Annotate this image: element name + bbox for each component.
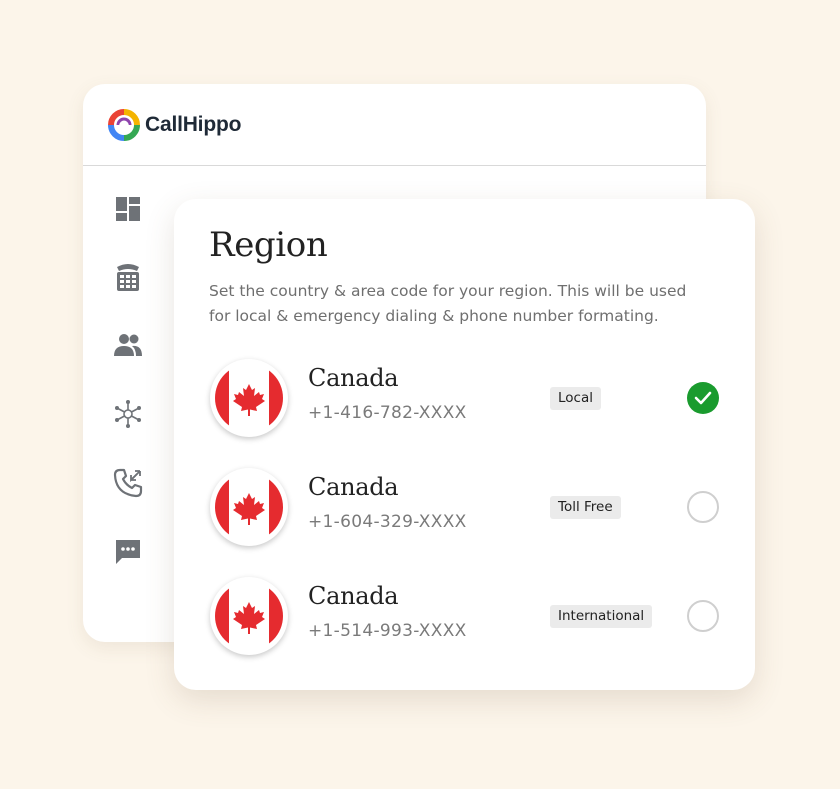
region-option-local[interactable]: Canada +1-416-782-XXXX Local — [174, 359, 755, 439]
app-header: CallHippo — [83, 84, 706, 166]
number-type-badge: International — [550, 605, 653, 628]
sms-icon[interactable] — [111, 535, 145, 569]
integrations-icon[interactable] — [111, 397, 145, 431]
canada-flag-icon — [210, 359, 288, 437]
phone-number: +1-604-329-XXXX — [308, 512, 467, 532]
dashboard-icon[interactable] — [111, 192, 145, 226]
canada-flag-icon — [210, 577, 288, 655]
number-type-badge: Local — [550, 387, 601, 410]
region-description: Set the country & area code for your reg… — [209, 282, 687, 325]
region-title: Region — [209, 225, 328, 265]
dialpad-icon[interactable] — [111, 260, 145, 294]
region-option-toll-free[interactable]: Canada +1-604-329-XXXX Toll Free — [174, 468, 755, 548]
brand-name: CallHippo — [145, 112, 242, 136]
phone-number: +1-416-782-XXXX — [308, 403, 467, 423]
region-option-international[interactable]: Canada +1-514-993-XXXX International — [174, 577, 755, 657]
country-name: Canada — [308, 582, 399, 610]
selected-radio-button[interactable] — [687, 382, 719, 414]
phone-number: +1-514-993-XXXX — [308, 621, 467, 641]
region-card: Region Set the country & area code for y… — [174, 199, 755, 690]
unselected-radio-button[interactable] — [687, 600, 719, 632]
country-name: Canada — [308, 473, 399, 501]
call-log-icon[interactable] — [111, 466, 145, 500]
unselected-radio-button[interactable] — [687, 491, 719, 523]
number-type-badge: Toll Free — [550, 496, 621, 519]
checkmark-icon — [694, 391, 712, 405]
country-name: Canada — [308, 364, 399, 392]
users-icon[interactable] — [111, 328, 145, 362]
callhippo-logo-icon[interactable] — [108, 108, 140, 141]
canada-flag-icon — [210, 468, 288, 546]
